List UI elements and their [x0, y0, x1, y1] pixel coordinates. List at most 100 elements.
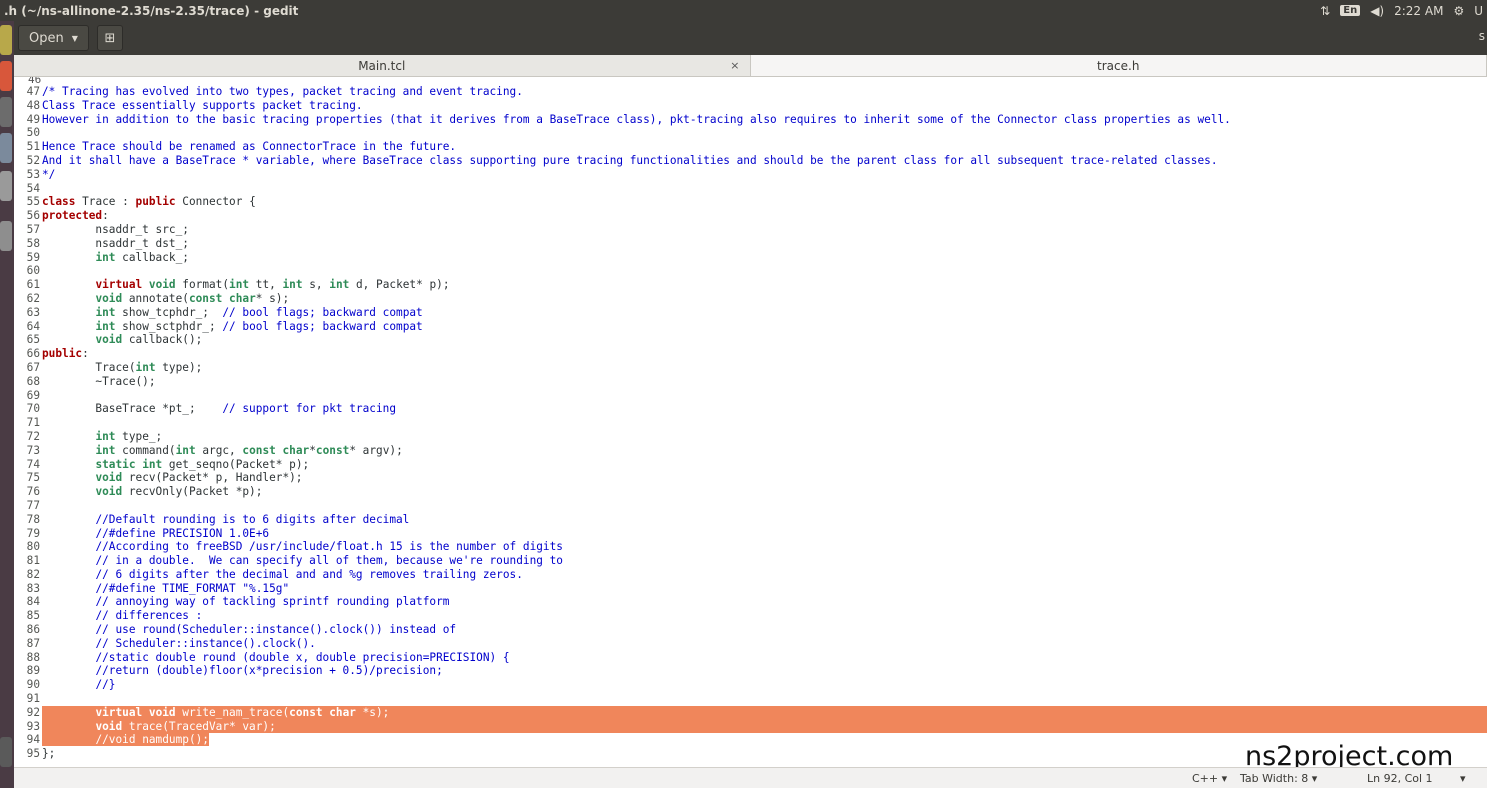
code-line[interactable]: 86 // use round(Scheduler::instance().cl… — [14, 623, 1487, 637]
code-line[interactable]: 83 //#define TIME_FORMAT "%.15g" — [14, 582, 1487, 596]
code-line[interactable]: 80 //According to freeBSD /usr/include/f… — [14, 540, 1487, 554]
line-code: // 6 digits after the decimal and and %g… — [42, 568, 1487, 582]
code-line[interactable]: 88 //static double round (double x, doub… — [14, 651, 1487, 665]
code-line[interactable]: 87 // Scheduler::instance().clock(). — [14, 637, 1487, 651]
code-token: type); — [155, 360, 203, 374]
launcher-dash-icon[interactable] — [0, 25, 12, 55]
top-panel: .h (~/ns-allinone-2.35/ns-2.35/trace) - … — [0, 0, 1487, 21]
line-code: //Default rounding is to 6 digits after … — [42, 513, 1487, 527]
code-line[interactable]: 49 However in addition to the basic traci… — [14, 113, 1487, 127]
code-line[interactable]: 75 void recv(Packet* p, Handler*); — [14, 471, 1487, 485]
code-token: * — [309, 443, 316, 457]
gear-icon[interactable]: ⚙ — [1453, 4, 1464, 18]
code-line[interactable]: 71 — [14, 416, 1487, 430]
code-line[interactable]: 65 void callback(); — [14, 333, 1487, 347]
code-line[interactable]: 82 // 6 digits after the decimal and and… — [14, 568, 1487, 582]
code-line[interactable]: 52 And it shall have a BaseTrace * variab… — [14, 154, 1487, 168]
code-line[interactable]: 73 int command(int argc, const char*cons… — [14, 444, 1487, 458]
code-token: *s); — [355, 705, 390, 719]
line-number: 70 — [26, 402, 40, 416]
code-line[interactable]: 77 — [14, 499, 1487, 513]
code-line[interactable]: 58 nsaddr_t dst_; — [14, 237, 1487, 251]
code-line[interactable]: 84 // annoying way of tackling sprintf r… — [14, 595, 1487, 609]
code-line[interactable]: 90 //} — [14, 678, 1487, 692]
code-token: //#define PRECISION 1.0E+6 — [95, 526, 270, 540]
code-line[interactable]: 54 — [14, 182, 1487, 196]
code-line[interactable]: 62 void annotate(const char* s); — [14, 292, 1487, 306]
launcher-terminal-icon[interactable] — [0, 97, 12, 127]
keyboard-indicator[interactable]: En — [1340, 5, 1361, 16]
code-token: type_; — [115, 429, 163, 443]
code-line[interactable]: 60 — [14, 264, 1487, 278]
code-token: * argv); — [349, 443, 403, 457]
code-token: public — [135, 195, 176, 209]
code-token: //static double round (double x, double … — [95, 650, 510, 664]
code-line[interactable]: 64 int show_sctphdr_; // bool flags; bac… — [14, 320, 1487, 334]
code-token: Class Trace essentially supports packet … — [42, 98, 363, 112]
line-number: 57 — [26, 222, 40, 236]
launcher-settings-icon[interactable] — [0, 133, 12, 163]
code-line[interactable]: 70 BaseTrace *pt_; // support for pkt tr… — [14, 402, 1487, 416]
toolbar-right-mark: s — [1478, 29, 1485, 43]
line-number: 69 — [26, 388, 40, 402]
tab-width-selector[interactable]: Tab Width: 8 ▾ — [1240, 772, 1317, 785]
code-line[interactable]: 81 // in a double. We can specify all of… — [14, 554, 1487, 568]
code-line[interactable]: 74 static int get_seqno(Packet* p); — [14, 458, 1487, 472]
code-line[interactable]: 59 int callback_; — [14, 251, 1487, 265]
code-line[interactable]: 68 ~Trace(); — [14, 375, 1487, 389]
code-line[interactable]: 78 //Default rounding is to 6 digits aft… — [14, 513, 1487, 527]
code-lines[interactable]: 47/* Tracing has evolved into two types,… — [14, 85, 1487, 761]
speaker-icon[interactable]: ◀) — [1370, 4, 1384, 18]
code-line[interactable]: 63 int show_tcphdr_; // bool flags; back… — [14, 306, 1487, 320]
clock[interactable]: 2:22 AM — [1394, 4, 1443, 18]
launcher-trash-icon[interactable] — [0, 737, 12, 767]
language-selector[interactable]: C++ ▾ — [1192, 772, 1227, 785]
code-token: : — [82, 347, 89, 361]
line-number: 66 — [26, 347, 40, 361]
launcher-app-icon[interactable] — [0, 171, 12, 201]
code-token: //Default rounding is to 6 digits after … — [95, 512, 410, 526]
code-line[interactable]: 53 */ — [14, 168, 1487, 182]
code-line[interactable]: 89 //return (double)floor(x*precision + … — [14, 664, 1487, 678]
code-line[interactable]: 51 Hence Trace should be renamed as Conne… — [14, 140, 1487, 154]
code-line[interactable]: 61 virtual void format(int tt, int s, in… — [14, 278, 1487, 292]
code-line[interactable]: 85 // differences : — [14, 609, 1487, 623]
tab-main-tcl[interactable]: Main.tcl × — [14, 55, 751, 76]
code-token: void — [95, 291, 123, 305]
line-number: 80 — [26, 540, 40, 554]
code-line[interactable]: 91 — [14, 692, 1487, 706]
save-icon[interactable]: ⊞ — [96, 25, 123, 51]
user-menu[interactable]: U — [1474, 4, 1483, 18]
code-editor[interactable]: 46 47/* Tracing has evolved into two typ… — [14, 77, 1487, 767]
close-icon[interactable]: × — [730, 59, 739, 72]
code-line[interactable]: 48 Class Trace essentially supports packe… — [14, 99, 1487, 113]
open-button[interactable]: Open ▼ — [18, 25, 89, 51]
code-line[interactable]: 69 — [14, 389, 1487, 403]
tab-trace-h[interactable]: trace.h — [750, 55, 1487, 76]
code-line[interactable]: 76 void recvOnly(Packet *p); — [14, 485, 1487, 499]
line-number: 48 — [26, 98, 40, 112]
chevron-down-icon[interactable]: ▾ — [1460, 772, 1466, 785]
code-line[interactable]: 55 class Trace : public Connector { — [14, 195, 1487, 209]
code-line[interactable]: 57 nsaddr_t src_; — [14, 223, 1487, 237]
code-line[interactable]: 50 — [14, 126, 1487, 140]
code-line[interactable]: 79 //#define PRECISION 1.0E+6 — [14, 527, 1487, 541]
code-line[interactable]: 93 void trace(TracedVar* var); — [14, 719, 1487, 734]
code-line[interactable]: 67 Trace(int type); — [14, 361, 1487, 375]
launcher-files-icon[interactable] — [0, 61, 12, 91]
line-number: 49 — [26, 112, 40, 126]
network-icon[interactable]: ⇅ — [1320, 4, 1330, 18]
launcher-gear-icon[interactable] — [0, 221, 12, 251]
code-token: void — [148, 278, 176, 292]
code-line[interactable]: 56 protected: — [14, 209, 1487, 223]
code-line[interactable]: 72 int type_; — [14, 430, 1487, 444]
code-line[interactable]: 47/* Tracing has evolved into two types,… — [14, 85, 1487, 99]
code-token: And it shall have a BaseTrace * variable… — [42, 153, 1218, 167]
code-token: void — [95, 485, 123, 499]
code-line[interactable]: 92 virtual void write_nam_trace(const ch… — [14, 705, 1487, 720]
code-line[interactable]: 66 public: — [14, 347, 1487, 361]
line-code: Class Trace essentially supports packet … — [42, 99, 1487, 113]
